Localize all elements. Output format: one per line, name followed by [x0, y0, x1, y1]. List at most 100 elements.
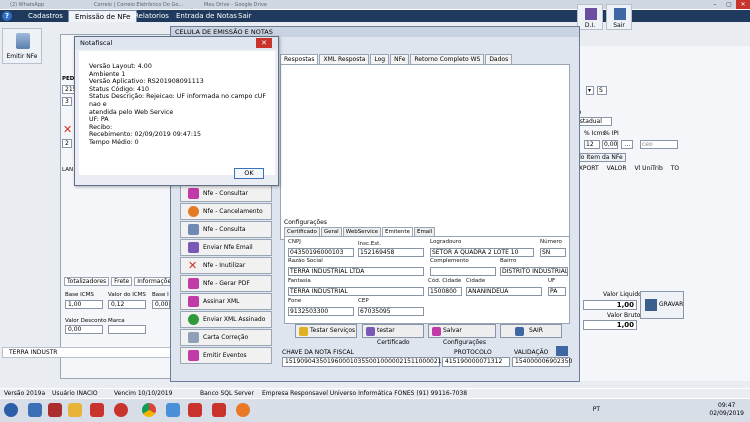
browser-tab[interactable]: Meu Drive - Google Drive [200, 1, 271, 9]
close-icon[interactable]: ✕ [256, 38, 272, 48]
ok-button[interactable]: OK [234, 168, 264, 179]
di-button[interactable]: D.I. [577, 4, 603, 30]
cep-input[interactable]: 67035095 [358, 307, 424, 316]
folder-icon[interactable] [68, 403, 82, 417]
browser-tab[interactable]: (2) WhatsApp [6, 1, 48, 9]
complemento-input[interactable] [430, 267, 496, 276]
browse-button[interactable]: ... [621, 140, 633, 149]
protocolo-input[interactable]: 415190000071312 [442, 357, 510, 367]
app-icon[interactable] [188, 403, 202, 417]
status-usuario: Usuário INACIO [52, 390, 98, 397]
aux-input[interactable]: 2 [62, 139, 72, 148]
tab-emitente[interactable]: Emitente [382, 227, 413, 236]
sair-top-button[interactable]: Sair [606, 4, 632, 30]
nfe-cancelamento-button[interactable]: Nfe - Cancelamento [180, 203, 272, 220]
eventos-icon [188, 350, 199, 361]
tab-retorno-ws[interactable]: Retorno Completo WS [410, 54, 485, 64]
app-icon[interactable] [212, 403, 226, 417]
validacao-icon[interactable] [556, 346, 568, 356]
save-icon [432, 327, 441, 336]
tab-dados[interactable]: Dados [485, 54, 513, 64]
tab-geral[interactable]: Geral [320, 227, 342, 236]
chrome-icon[interactable] [142, 403, 156, 417]
menu-sair[interactable]: Sair [232, 10, 258, 22]
app-icon[interactable] [48, 403, 62, 417]
maximize-icon[interactable]: ▢ [722, 0, 736, 9]
minimize-icon[interactable]: – [708, 0, 722, 9]
app-icon[interactable] [236, 403, 250, 417]
item-nfe-button[interactable]: do Item da NFe [574, 153, 626, 162]
uf-input[interactable]: PA [548, 287, 566, 296]
language-indicator[interactable]: PT [593, 406, 600, 413]
tab-totalizadores[interactable]: Totalizadores [64, 277, 110, 286]
cidade-input[interactable]: ANANINDEUA [466, 287, 542, 296]
gravar-button[interactable]: GRAVAR [640, 291, 684, 319]
s-input[interactable]: S [597, 86, 607, 95]
app-icon[interactable] [90, 403, 104, 417]
fone-input[interactable]: 9132503300 [288, 307, 354, 316]
ipi-input[interactable]: 0,00 [602, 140, 618, 149]
menu-relatorios[interactable]: Relatorios [128, 10, 175, 22]
logradouro-input[interactable]: SETOR A QUADRA 2 LOTE 10 [430, 248, 534, 257]
row-text: TERRA INDUSTR [9, 349, 58, 356]
browser-tab[interactable]: Correio | Correio Eletrônico Do Go... [90, 1, 187, 9]
enviar-nfe-email-button[interactable]: Enviar Nfe Email [180, 239, 272, 256]
protocolo-label: PROTOCOLO [454, 349, 492, 356]
close-icon[interactable]: ✕ [736, 0, 750, 9]
explorer-icon[interactable] [28, 403, 42, 417]
testar-servicos-button[interactable]: Testar Serviços [295, 324, 357, 338]
base-icms-input[interactable]: 1,00 [65, 300, 103, 309]
status-versao: Versão 2019a [4, 390, 46, 397]
razao-input[interactable]: TERRA INDUSTRIAL LTDA [288, 267, 424, 276]
nfe-consultar-button[interactable]: Nfe - Consultar [180, 185, 272, 202]
numero-label: Número [540, 239, 562, 245]
app-icon[interactable] [114, 403, 128, 417]
cod-cidade-input[interactable]: 1500800 [428, 287, 462, 296]
nfe-gerar-pdf-button[interactable]: Nfe - Gerar PDF [180, 275, 272, 292]
tab-nfe[interactable]: NFe [390, 54, 410, 64]
dialog-message: Versão Layout: 4.00 Ambiente 1 Versão Ap… [83, 63, 273, 147]
salvar-configuracoes-button[interactable]: Salvar Configurações [428, 324, 496, 346]
assinar-xml-button[interactable]: Assinar XML [180, 293, 272, 310]
valor-bruto-label: Valor Bruto [607, 312, 641, 319]
menu-cadastros[interactable]: Cadastros [22, 10, 69, 22]
testar-certificado-button[interactable]: testar Certificado [362, 324, 424, 346]
valor-desconto-input[interactable]: 0,00 [65, 325, 103, 334]
tab-log[interactable]: Log [370, 54, 390, 64]
marca-input[interactable] [108, 325, 146, 334]
aux-field[interactable]: ceo [640, 140, 678, 149]
fantasia-input[interactable]: TERRA INDUSTRIAL [288, 287, 424, 296]
sair-button[interactable]: SAIR [500, 324, 562, 338]
chave-input[interactable]: 1519090435019600010355001000002151100002… [282, 357, 453, 367]
valor-icms-input[interactable]: 0,12 [108, 300, 146, 309]
tab-email[interactable]: Email [413, 227, 436, 236]
app-icon[interactable] [166, 403, 180, 417]
tab-frete[interactable]: Frete [111, 277, 133, 286]
tab-certificado[interactable]: Certificado [284, 227, 320, 236]
nfe-inutilizar-button[interactable]: ✕ Nfe - Inutilizar [180, 257, 272, 274]
enviar-nfe-email-label: Enviar Nfe Email [203, 244, 253, 251]
delete-icon[interactable]: ✕ [63, 124, 74, 135]
base-i-input[interactable]: 0,00 [152, 300, 170, 309]
bairro-input[interactable]: DISTRITO INDUSTRIAL [500, 267, 568, 276]
ie-input[interactable]: 152169458 [358, 248, 424, 257]
dropdown-icon[interactable]: ▾ [586, 86, 594, 95]
cnpj-input[interactable]: 04350196000103 [288, 248, 354, 257]
start-icon[interactable] [4, 403, 18, 417]
emitir-eventos-button[interactable]: Emitir Eventos [180, 347, 272, 364]
emitir-nfe-button[interactable]: Emitir NFe [2, 28, 42, 64]
clock[interactable]: 09:47 02/09/2019 [709, 402, 744, 418]
tab-respostas[interactable]: Respostas [280, 54, 319, 64]
valor-liquido-label: Valor Liquido [603, 291, 642, 298]
validacao-input[interactable]: 154000006902350 [512, 357, 572, 367]
tab-webservice[interactable]: WebService [342, 227, 382, 236]
enviar-xml-assinado-button[interactable]: Enviar XML Assinado [180, 311, 272, 328]
clock-time: 09:47 [718, 402, 736, 409]
carta-correcao-button[interactable]: Carta Correção [180, 329, 272, 346]
numero-input[interactable]: SN [540, 248, 566, 257]
icms-input[interactable]: 12 [584, 140, 600, 149]
tab-xml-resposta[interactable]: XML Resposta [319, 54, 370, 64]
pedido-aux-input[interactable]: 3 [62, 97, 72, 106]
help-icon[interactable]: ? [2, 11, 12, 21]
nfe-consulta-cadastro-button[interactable]: Nfe - Consulta Cadastro [180, 221, 272, 248]
